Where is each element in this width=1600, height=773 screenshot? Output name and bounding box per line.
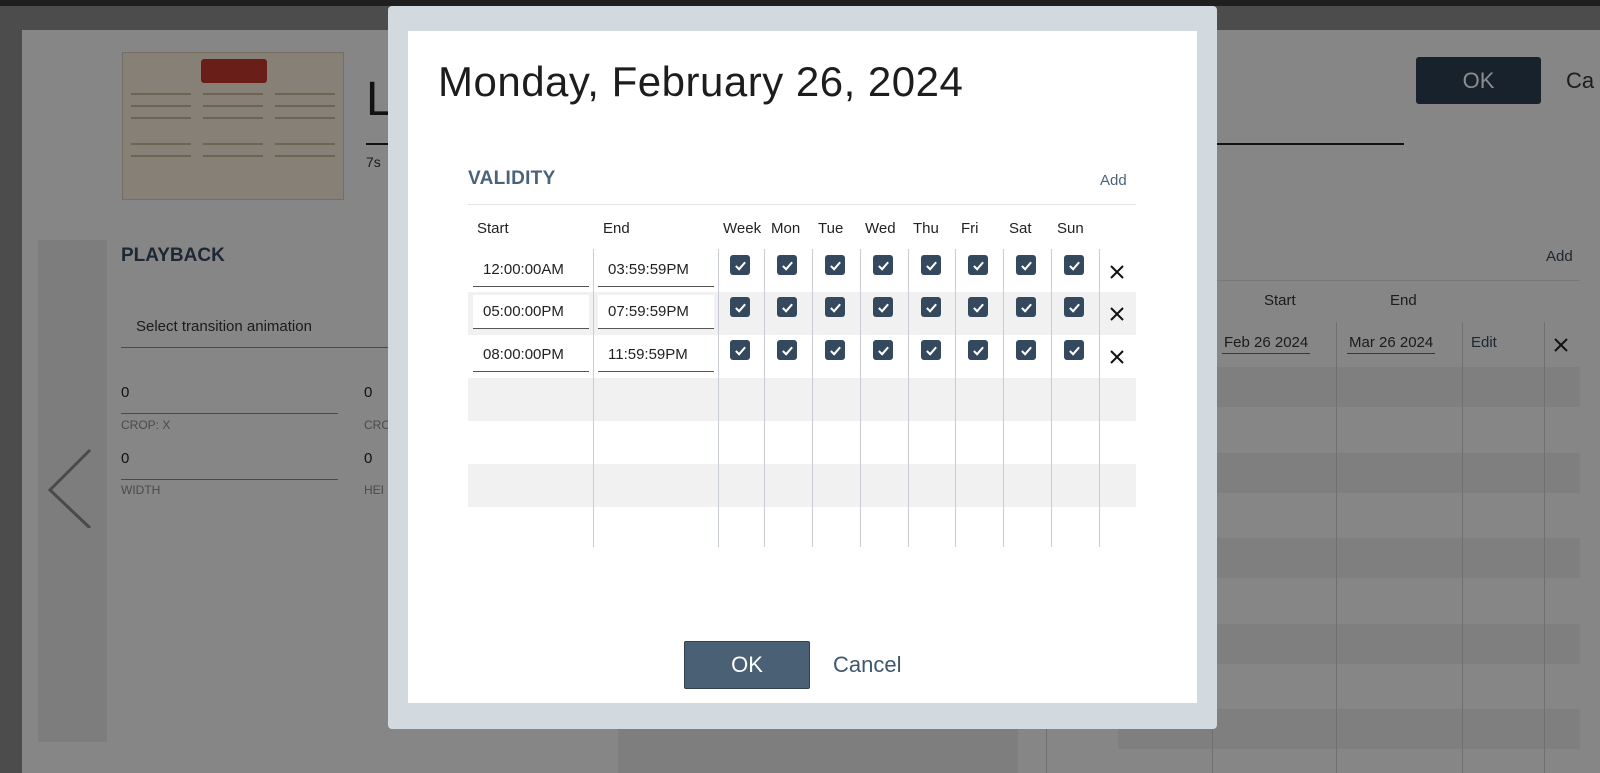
table-row-empty (468, 464, 1136, 507)
column-divider (860, 249, 861, 547)
checkbox-thu[interactable] (921, 297, 941, 317)
check-icon (972, 346, 984, 356)
checkbox-week[interactable] (730, 340, 750, 360)
column-divider (812, 249, 813, 547)
delete-row-icon[interactable] (1108, 348, 1126, 366)
check-icon (829, 261, 841, 271)
checkbox-sun[interactable] (1064, 255, 1084, 275)
check-icon (1020, 346, 1032, 356)
checkbox-wed[interactable] (873, 255, 893, 275)
section-divider (468, 204, 1136, 205)
check-icon (1020, 303, 1032, 313)
checkbox-fri[interactable] (968, 297, 988, 317)
check-icon (734, 261, 746, 271)
validity-table: Start End Week Mon Tue Wed Thu Fri Sat S… (468, 206, 1136, 576)
checkbox-thu[interactable] (921, 255, 941, 275)
checkbox-sun[interactable] (1064, 340, 1084, 360)
check-icon (829, 303, 841, 313)
end-time-input[interactable]: 11:59:59PM (598, 338, 714, 372)
start-time-input[interactable]: 08:00:00PM (473, 338, 589, 372)
check-icon (781, 303, 793, 313)
check-icon (734, 303, 746, 313)
checkbox-fri[interactable] (968, 340, 988, 360)
ok-button[interactable]: OK (684, 641, 810, 689)
checkbox-mon[interactable] (777, 255, 797, 275)
checkbox-sat[interactable] (1016, 255, 1036, 275)
cancel-button[interactable]: Cancel (833, 652, 901, 678)
header-week: Week (723, 220, 762, 237)
check-icon (925, 346, 937, 356)
checkbox-wed[interactable] (873, 340, 893, 360)
check-icon (734, 346, 746, 356)
check-icon (925, 303, 937, 313)
column-divider (1003, 249, 1004, 547)
check-icon (972, 261, 984, 271)
checkbox-sat[interactable] (1016, 297, 1036, 317)
check-icon (1068, 303, 1080, 313)
table-row-empty (468, 378, 1136, 421)
column-divider (1051, 249, 1052, 547)
header-end: End (603, 220, 630, 237)
checkbox-mon[interactable] (777, 297, 797, 317)
header-mon: Mon (771, 220, 801, 237)
header-sat: Sat (1009, 220, 1032, 237)
check-icon (877, 261, 889, 271)
modal-frame: Monday, February 26, 2024 VALIDITY Add S… (388, 6, 1217, 729)
header-sun: Sun (1057, 220, 1084, 237)
check-icon (781, 261, 793, 271)
header-thu: Thu (913, 220, 939, 237)
validity-dialog: Monday, February 26, 2024 VALIDITY Add S… (408, 31, 1197, 703)
checkbox-thu[interactable] (921, 340, 941, 360)
checkbox-week[interactable] (730, 255, 750, 275)
header-wed: Wed (865, 220, 896, 237)
checkbox-sat[interactable] (1016, 340, 1036, 360)
check-icon (1068, 346, 1080, 356)
check-icon (972, 303, 984, 313)
start-time-input[interactable]: 12:00:00AM (473, 253, 589, 287)
header-start: Start (477, 220, 509, 237)
start-time-input[interactable]: 05:00:00PM (473, 295, 589, 329)
delete-row-icon[interactable] (1108, 263, 1126, 281)
checkbox-fri[interactable] (968, 255, 988, 275)
validity-section-title: VALIDITY (468, 168, 556, 189)
end-time-input[interactable]: 03:59:59PM (598, 253, 714, 287)
column-divider (764, 249, 765, 547)
dialog-title: Monday, February 26, 2024 (438, 58, 964, 105)
check-icon (925, 261, 937, 271)
add-validity-link[interactable]: Add (1100, 172, 1127, 189)
column-divider (718, 249, 719, 547)
checkbox-tue[interactable] (825, 340, 845, 360)
header-fri: Fri (961, 220, 979, 237)
check-icon (781, 346, 793, 356)
check-icon (1068, 261, 1080, 271)
table-row-empty (468, 421, 1136, 464)
checkbox-sun[interactable] (1064, 297, 1084, 317)
column-divider (593, 249, 594, 547)
check-icon (877, 346, 889, 356)
check-icon (1020, 261, 1032, 271)
check-icon (829, 346, 841, 356)
delete-row-icon[interactable] (1108, 305, 1126, 323)
header-tue: Tue (818, 220, 844, 237)
end-time-input[interactable]: 07:59:59PM (598, 295, 714, 329)
column-divider (908, 249, 909, 547)
checkbox-tue[interactable] (825, 297, 845, 317)
check-icon (877, 303, 889, 313)
checkbox-tue[interactable] (825, 255, 845, 275)
checkbox-wed[interactable] (873, 297, 893, 317)
column-divider (1099, 249, 1100, 547)
checkbox-week[interactable] (730, 297, 750, 317)
column-divider (955, 249, 956, 547)
checkbox-mon[interactable] (777, 340, 797, 360)
